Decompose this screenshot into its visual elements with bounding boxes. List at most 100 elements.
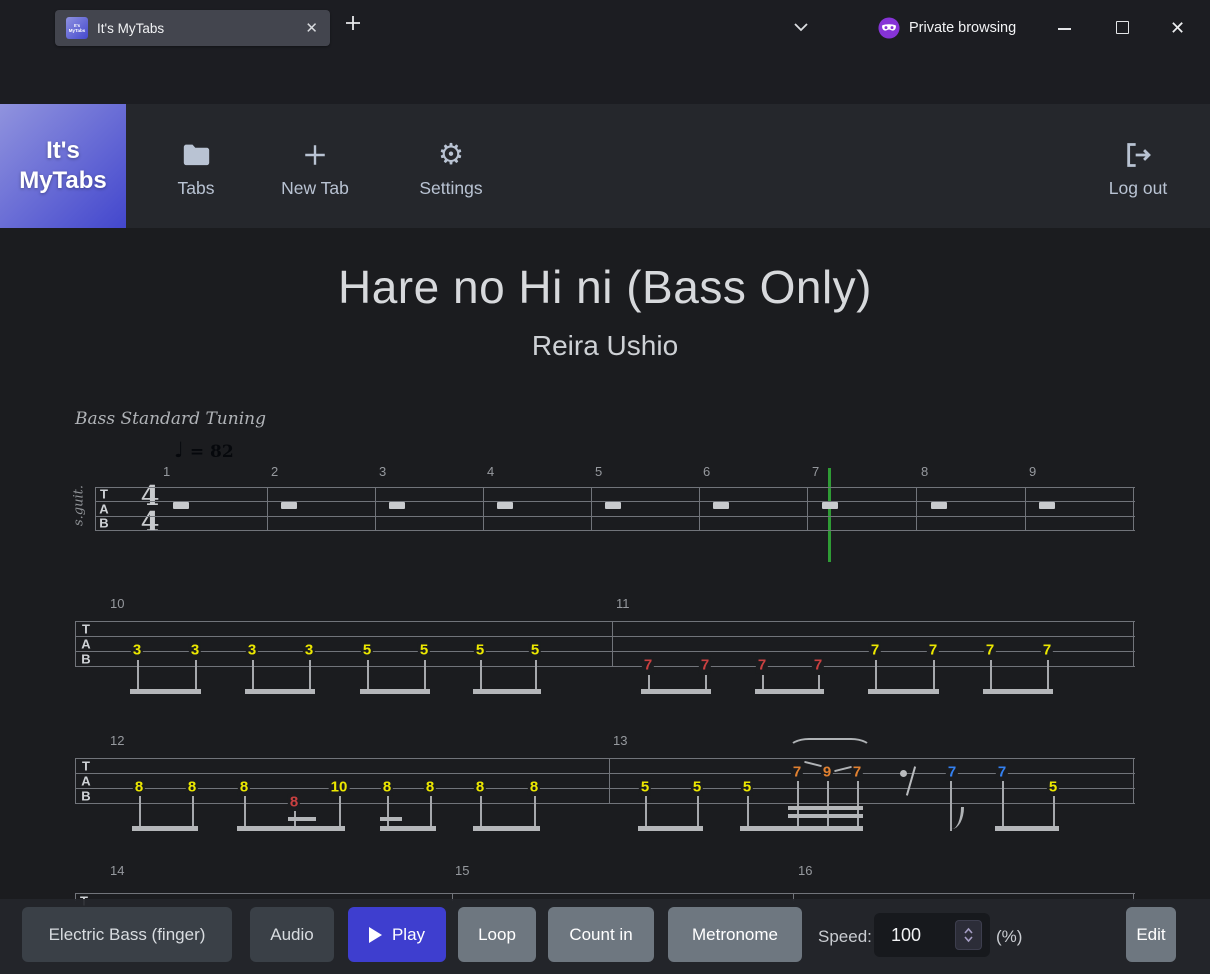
fret-number[interactable]: 5: [474, 642, 486, 659]
note-stem: [875, 660, 877, 694]
note-stem: [857, 781, 859, 831]
note-stem: [645, 796, 647, 831]
window-minimize-button[interactable]: [1058, 28, 1071, 30]
staff-line: [75, 788, 1135, 789]
audio-button[interactable]: Audio: [250, 907, 334, 962]
count-in-button[interactable]: Count in: [548, 907, 654, 962]
fret-number[interactable]: 7: [812, 657, 824, 674]
fret-number[interactable]: 5: [1047, 779, 1059, 796]
fret-number[interactable]: 7: [756, 657, 768, 674]
tab-list-chevron-down-icon[interactable]: [792, 20, 810, 34]
tuning-label: Bass Standard Tuning: [75, 409, 266, 429]
staff-line: [75, 758, 1135, 759]
fret-number[interactable]: 3: [303, 642, 315, 659]
fret-number[interactable]: 5: [691, 779, 703, 796]
speed-input[interactable]: 100: [874, 913, 990, 957]
window-maximize-button[interactable]: [1116, 21, 1129, 34]
fret-number[interactable]: 8: [186, 779, 198, 796]
fret-number[interactable]: 7: [699, 657, 711, 674]
fret-number[interactable]: 5: [741, 779, 753, 796]
barline: [1025, 487, 1026, 531]
barline: [591, 487, 592, 531]
private-mask-icon: [878, 17, 900, 39]
note-stem: [797, 781, 799, 831]
note-stem: [534, 796, 536, 831]
playback-cursor: [828, 468, 831, 562]
logout-icon: [1124, 140, 1152, 170]
nav-item-new-tab[interactable]: New Tab: [275, 140, 355, 199]
measure-number: 7: [812, 464, 819, 479]
string-letter: T: [82, 758, 90, 773]
string-letter: T: [82, 621, 90, 636]
fret-number[interactable]: 3: [131, 642, 143, 659]
note-stem: [480, 796, 482, 831]
staff-line: [95, 501, 1135, 502]
fret-number[interactable]: 8: [474, 779, 486, 796]
fret-number[interactable]: 7: [791, 764, 803, 781]
fret-number[interactable]: 8: [424, 779, 436, 796]
nav-item-logout[interactable]: Log out: [1103, 140, 1173, 199]
whole-rest: [1039, 502, 1055, 509]
fret-number[interactable]: 5: [361, 642, 373, 659]
eighth-flag: [952, 807, 964, 829]
window-close-button[interactable]: ✕: [1170, 18, 1185, 38]
play-button[interactable]: Play: [348, 907, 446, 962]
new-tab-icon[interactable]: [344, 14, 362, 32]
staff-line: [75, 621, 1135, 622]
fret-number[interactable]: 8: [288, 794, 300, 811]
note-stem: [480, 660, 482, 694]
fret-number[interactable]: 7: [1041, 642, 1053, 659]
loop-button[interactable]: Loop: [458, 907, 536, 962]
fret-number[interactable]: 5: [639, 779, 651, 796]
edit-button[interactable]: Edit: [1126, 907, 1176, 962]
fret-number[interactable]: 8: [238, 779, 250, 796]
string-letter: T: [100, 487, 108, 502]
fret-number[interactable]: 7: [984, 642, 996, 659]
fret-number[interactable]: 7: [869, 642, 881, 659]
slur-arc: [788, 738, 872, 760]
whole-rest: [931, 502, 947, 509]
fret-number[interactable]: 7: [642, 657, 654, 674]
note-stem: [137, 660, 139, 694]
barline: [1133, 621, 1134, 667]
private-browsing-badge: Private browsing: [878, 17, 1016, 39]
fret-number[interactable]: 10: [329, 779, 350, 796]
metronome-button[interactable]: Metronome: [668, 907, 802, 962]
instrument-button[interactable]: Electric Bass (finger): [22, 907, 232, 962]
fret-number[interactable]: 8: [133, 779, 145, 796]
barline: [609, 758, 610, 804]
nav-item-settings[interactable]: ⚙ Settings: [413, 140, 489, 199]
browser-titlebar: It'sMyTabs It's MyTabs ✕ Private browsin…: [0, 0, 1210, 56]
site-favicon: It'sMyTabs: [66, 17, 88, 39]
beam: [132, 826, 198, 831]
note-stem: [950, 781, 952, 831]
fret-number[interactable]: 7: [996, 764, 1008, 781]
fret-number[interactable]: 5: [418, 642, 430, 659]
speed-stepper[interactable]: [955, 920, 982, 950]
fret-number[interactable]: 7: [927, 642, 939, 659]
fret-number[interactable]: 5: [529, 642, 541, 659]
whole-rest: [713, 502, 729, 509]
fret-number[interactable]: 7: [851, 764, 863, 781]
tab-close-icon[interactable]: ✕: [305, 19, 318, 37]
fret-number[interactable]: 7: [946, 764, 958, 781]
note-stem: [1002, 781, 1004, 831]
app-logo[interactable]: It'sMyTabs: [0, 104, 126, 228]
quarter-note-icon: ♩: [174, 438, 184, 462]
note-stem: [252, 660, 254, 694]
barline: [1133, 487, 1134, 531]
speed-value: 100: [891, 925, 955, 946]
fret-number[interactable]: 8: [381, 779, 393, 796]
fret-number[interactable]: 3: [189, 642, 201, 659]
fret-number[interactable]: 9: [821, 764, 833, 781]
fret-number[interactable]: 3: [246, 642, 258, 659]
fret-number[interactable]: 8: [528, 779, 540, 796]
string-letter: A: [81, 636, 90, 651]
measure-number: 9: [1029, 464, 1036, 479]
nav-item-tabs[interactable]: Tabs: [168, 140, 224, 199]
browser-tab[interactable]: It'sMyTabs It's MyTabs ✕: [55, 10, 330, 46]
barline: [483, 487, 484, 531]
staff-line: [75, 651, 1135, 652]
note-stem: [139, 796, 141, 831]
string-letter: A: [81, 773, 90, 788]
